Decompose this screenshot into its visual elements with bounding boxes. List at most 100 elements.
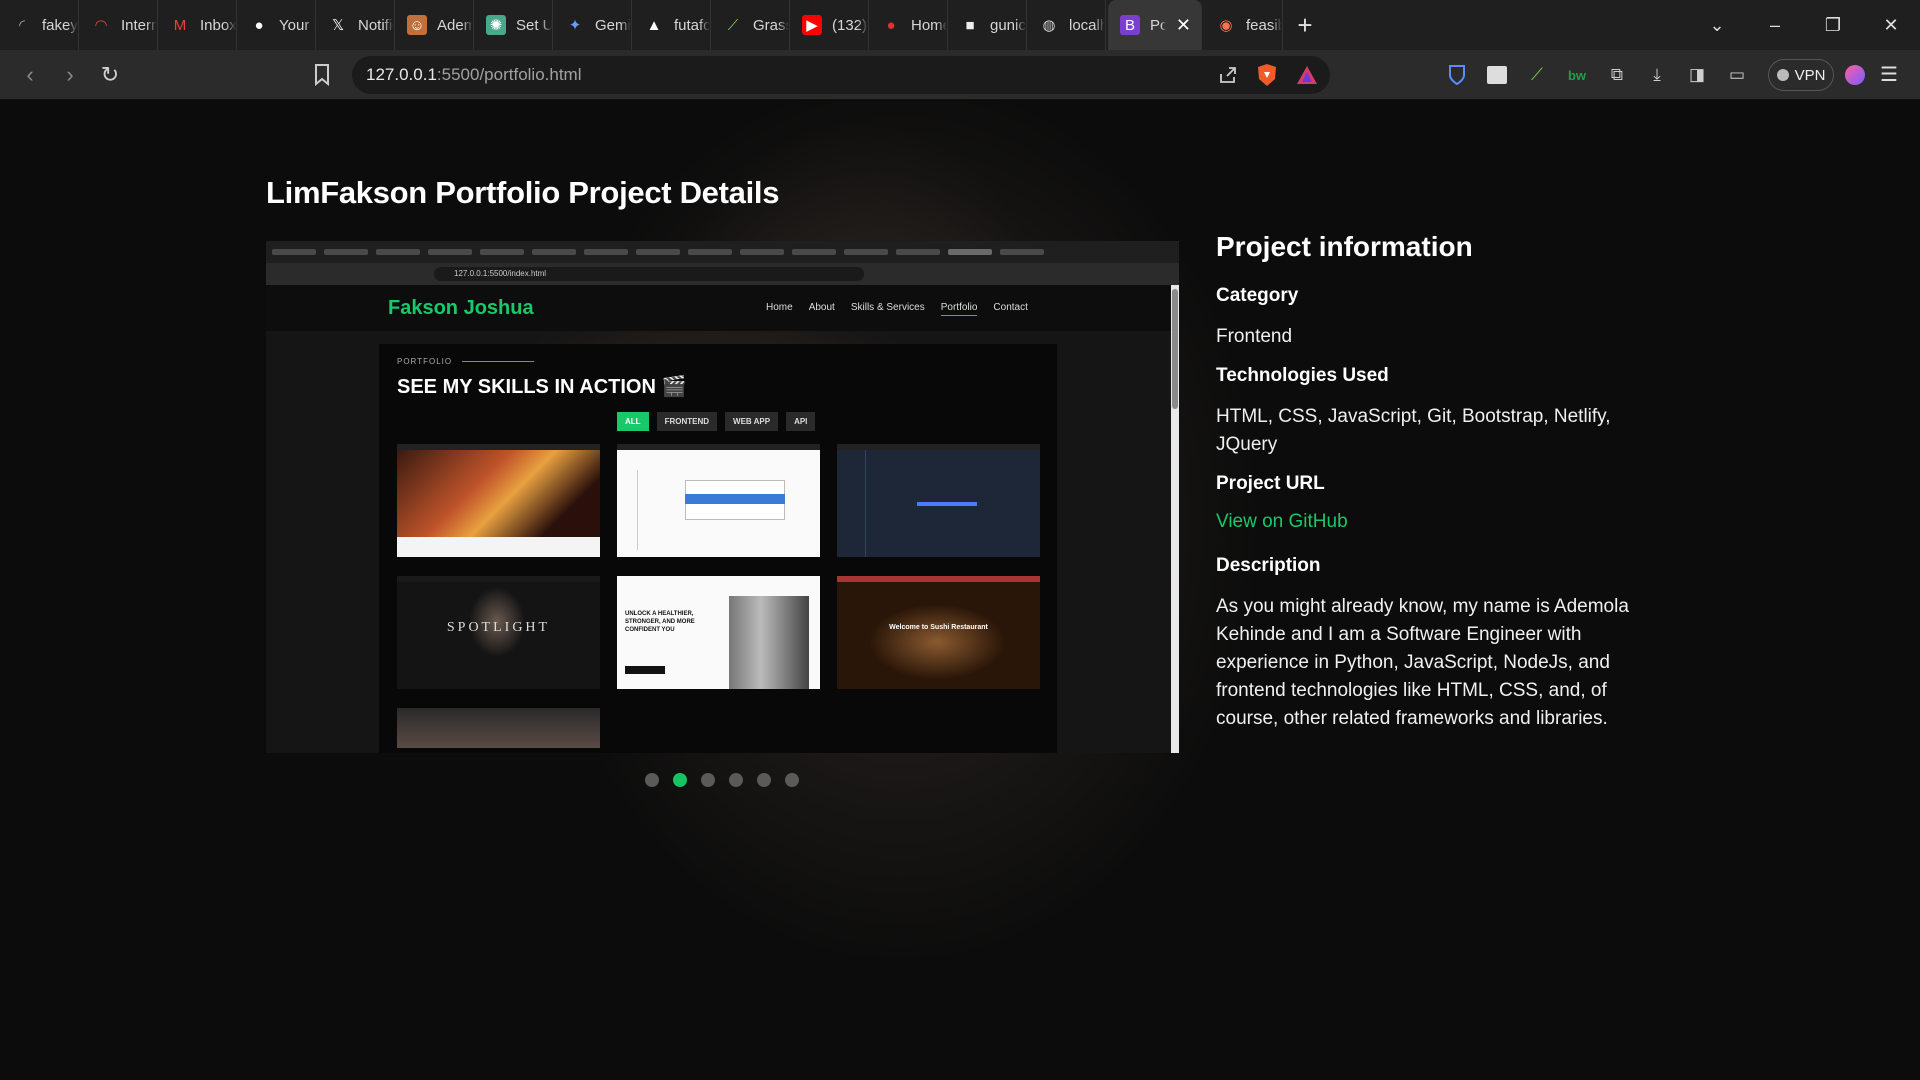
brave-rewards-icon[interactable] — [1296, 65, 1318, 85]
browser-tab[interactable]: B Pc ✕ — [1108, 0, 1202, 50]
tab-label: Notific — [358, 16, 394, 34]
screenshot-nav-skills: Skills & Services — [850, 302, 925, 313]
page-title: LimFakson Portfolio Project Details — [266, 175, 780, 210]
carousel-dot[interactable] — [645, 773, 659, 787]
address-bar[interactable]: i 127.0.0.1:5500/portfolio.html — [352, 56, 1586, 204]
screenshot-filter-api: API — [786, 412, 816, 431]
screenshot-nav-about: About — [808, 302, 835, 313]
puzzle-extensions-icon[interactable]: ⧉ — [1604, 62, 1630, 88]
openai-icon: ✺ — [486, 15, 506, 35]
browser-tab[interactable]: ☺ Adem — [395, 0, 474, 50]
back-button[interactable]: ‹ — [10, 62, 50, 88]
hamburger-menu-icon[interactable]: ☰ — [1880, 62, 1898, 87]
tab-label: Your R — [279, 16, 315, 34]
browser-tab[interactable]: 𝕏 Notific — [316, 0, 395, 50]
profile-avatar[interactable] — [1845, 65, 1865, 85]
browser-tab[interactable]: ■ gunicc — [948, 0, 1027, 50]
brave-icon: ◉ — [1219, 17, 1233, 34]
technologies-label: Technologies Used — [1216, 365, 1389, 386]
carousel-dot[interactable] — [729, 773, 743, 787]
description-text: As you might already know, my name is Ad… — [1216, 596, 1629, 729]
browser-tab[interactable]: ✺ Set Us — [474, 0, 553, 50]
tab-search-icon[interactable]: ⌄ — [1688, 15, 1746, 36]
gmail-icon: M — [173, 16, 187, 34]
screenshot-filter-webapp: WEB APP — [725, 412, 779, 431]
carousel-dot[interactable] — [757, 773, 771, 787]
sidebar-toggle-icon[interactable]: ◨ — [1684, 62, 1710, 88]
carousel-dot[interactable] — [673, 773, 687, 787]
screenshot-tabbar — [266, 241, 1179, 263]
project-info-panel: Project information Category Frontend Te… — [1216, 231, 1646, 733]
browser-tab[interactable]: ▲ futafor — [632, 0, 711, 50]
close-tab-icon[interactable]: ✕ — [1176, 15, 1201, 36]
screenshot-portfolio-section: PORTFOLIO SEE MY SKILLS IN ACTION 🎬 ALL … — [379, 344, 1057, 753]
thumb-spotlight-project: SPOTLIGHT — [397, 576, 600, 689]
thumb-anime-project — [397, 444, 600, 557]
vpn-button[interactable]: VPN — [1768, 59, 1834, 91]
screenshot-filters: ALL FRONTEND WEB APP API — [617, 412, 816, 431]
tab-label: fakeye — [42, 16, 78, 34]
category-label: Category — [1216, 285, 1299, 306]
omnibox-actions — [1218, 63, 1318, 87]
tab-label: Gemin — [595, 16, 631, 34]
close-window-button[interactable]: ✕ — [1862, 15, 1920, 36]
browser-tab[interactable]: ◍ localh — [1027, 0, 1106, 50]
pin-icon: ● — [886, 16, 896, 34]
browser-tab[interactable]: M Inbox — [158, 0, 237, 50]
forward-button[interactable]: › — [50, 62, 90, 88]
browser-tab-bar: ◜ fakeye ◠ Internet M Inbox ● Your R 𝕏 Notific ☺ Ad… — [0, 0, 1920, 50]
browser-tab[interactable]: ◜ fakeye — [0, 0, 79, 50]
bitwarden-shield-icon[interactable] — [1444, 62, 1470, 88]
browser-tab[interactable]: ▶ (132) — [790, 0, 869, 50]
share-icon[interactable] — [1218, 65, 1238, 85]
screenshot-scrollbar — [1171, 285, 1179, 753]
grass-chart-icon: ⟋ — [727, 16, 739, 34]
screenshot-nav-links: Home About Skills & Services Portfolio C… — [766, 302, 1028, 316]
thumb-dark-form-project — [837, 444, 1040, 557]
project-url-label: Project URL — [1216, 473, 1325, 494]
maximize-button[interactable]: ❐ — [1804, 15, 1862, 36]
tab-label: Set Us — [516, 16, 552, 34]
x-icon: 𝕏 — [331, 17, 345, 34]
bw-extension-icon[interactable]: bw — [1564, 62, 1590, 88]
brave-shield-icon[interactable] — [1256, 63, 1278, 87]
browser-tab[interactable]: ◉ feasibl — [1204, 0, 1283, 50]
thumb-dashboard-project — [617, 444, 820, 557]
new-tab-button[interactable]: + — [1283, 0, 1327, 50]
carousel-dot[interactable] — [701, 773, 715, 787]
tab-strip: ◜ fakeye ◠ Internet M Inbox ● Your R 𝕏 Notific ☺ Ad… — [0, 0, 1283, 50]
browser-tab[interactable]: ✦ Gemin — [553, 0, 632, 50]
tab-label: Inbox — [200, 16, 236, 34]
bookmark-icon[interactable] — [312, 62, 332, 88]
screenshot-extension-icon[interactable] — [1484, 62, 1510, 88]
grass-extension-icon[interactable]: ⟋ — [1524, 62, 1550, 88]
github-icon: ● — [254, 16, 264, 34]
browser-tab[interactable]: ◠ Internet — [79, 0, 158, 50]
browser-tab[interactable]: ⟋ Grass — [711, 0, 790, 50]
carousel-dot[interactable] — [785, 773, 799, 787]
loading-spinner-icon: ◜ — [19, 17, 25, 34]
bootstrap-icon: B — [1120, 15, 1140, 35]
browser-tab[interactable]: ● Home — [869, 0, 948, 50]
github-link[interactable]: View on GitHub — [1216, 511, 1646, 533]
download-icon[interactable]: ⤓ — [1644, 62, 1670, 88]
browser-tab[interactable]: ● Your R — [237, 0, 316, 50]
project-carousel[interactable]: 127.0.0.1:5500/index.html Fakson Joshua … — [266, 241, 1179, 753]
minimize-button[interactable]: – — [1746, 15, 1804, 36]
url-text: 127.0.0.1:5500/portfolio.html — [366, 65, 582, 84]
vpn-status-icon — [1776, 69, 1789, 81]
technologies-value: HTML, CSS, JavaScript, Git, Bootstrap, N… — [1216, 406, 1611, 455]
screenshot-nav-home: Home — [766, 302, 793, 313]
reload-button[interactable]: ↻ — [90, 62, 130, 88]
thumb-gym-project: UNLOCK A HEALTHIER, STRONGER, AND MORE C… — [617, 576, 820, 689]
screenshot-heading: SEE MY SKILLS IN ACTION 🎬 — [397, 376, 687, 398]
screenshot-kicker: PORTFOLIO — [397, 357, 534, 366]
wallet-icon[interactable]: ▭ — [1724, 62, 1750, 88]
screenshot-addressbar: 127.0.0.1:5500/index.html — [266, 263, 1179, 285]
window-controls: ⌄ – ❐ ✕ — [1688, 0, 1920, 50]
screenshot-nav-portfolio: Portfolio — [940, 302, 978, 316]
thumb-partial-project — [397, 708, 600, 748]
tab-label: Grass — [753, 16, 789, 34]
browser-toolbar: ‹ › ↻ i 127.0.0.1:5500/portfolio.html ⟋ … — [0, 50, 1920, 204]
tab-label: localh — [1069, 16, 1105, 34]
